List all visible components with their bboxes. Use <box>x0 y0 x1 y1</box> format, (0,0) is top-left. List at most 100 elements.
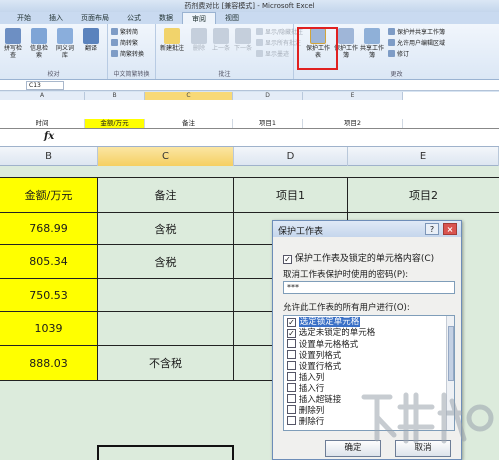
allow-label: 允许此工作表的所有用户进行(O): <box>283 303 410 313</box>
allow-edit-ranges-button[interactable]: 允许用户编辑区域 <box>388 39 445 48</box>
chinese-conversion-group: 繁转简 简转繁 简繁转换 中文简繁转换 <box>108 24 156 79</box>
mini-cell-item2[interactable]: 项目2 <box>303 119 403 128</box>
permission-checkbox[interactable] <box>287 394 296 403</box>
trad-to-simp-button[interactable]: 繁转简 <box>111 28 138 37</box>
protect-share-button[interactable]: 保护并共享工作簿 <box>388 28 445 37</box>
mini-cell-time[interactable]: 时间 <box>0 119 85 128</box>
cell-amount[interactable]: 888.03 <box>0 346 98 381</box>
share-workbook-button[interactable]: 共享工作簿 <box>360 28 384 59</box>
cell-note[interactable]: 含税 <box>98 245 234 279</box>
tab-data[interactable]: 数据 <box>150 12 182 24</box>
spell-check-button[interactable]: 拼写检查 <box>2 28 24 59</box>
research-icon <box>31 28 47 44</box>
cell-note[interactable]: 含税 <box>98 213 234 245</box>
protect-checkbox[interactable]: ✓ <box>283 255 292 264</box>
close-button[interactable]: × <box>443 223 457 235</box>
proofing-group-label: 校对 <box>47 71 60 78</box>
password-input[interactable]: *** <box>283 281 455 294</box>
chinese-conversion-icon <box>111 50 118 57</box>
col-header-c[interactable]: C <box>98 147 234 166</box>
mini-col-c[interactable]: C <box>145 92 233 100</box>
track-changes-button[interactable]: 修订 <box>388 50 409 59</box>
tab-home[interactable]: 开始 <box>8 12 40 24</box>
header-note[interactable]: 备注 <box>98 177 234 213</box>
cell-note[interactable] <box>98 312 234 346</box>
tab-view[interactable]: 视图 <box>216 12 248 24</box>
title-bar: 药剂费对比 [兼容模式] - Microsoft Excel <box>0 0 499 12</box>
permission-checkbox[interactable] <box>287 383 296 392</box>
ribbon-tabs: 开始 插入 页面布局 公式 数据 审阅 视图 <box>0 12 499 24</box>
permission-item[interactable]: 插入列 <box>287 372 445 383</box>
mini-cell-item1[interactable]: 项目1 <box>233 119 303 128</box>
spell-check-icon <box>5 28 21 44</box>
show-ink-button[interactable]: 显示墨迹 <box>256 50 289 59</box>
next-comment-icon <box>235 28 251 44</box>
tab-formulas[interactable]: 公式 <box>118 12 150 24</box>
mini-col-d[interactable]: D <box>233 92 303 100</box>
comments-group-label: 批注 <box>218 71 231 78</box>
protect-option-row[interactable]: ✓ 保护工作表及锁定的单元格内容(C) <box>283 251 434 264</box>
new-comment-button[interactable]: 新建批注 <box>158 28 186 52</box>
prev-comment-icon <box>213 28 229 44</box>
col-header-b[interactable]: B <box>0 147 98 166</box>
permission-item[interactable]: 设置单元格格式 <box>287 339 445 350</box>
chinese-conversion-button[interactable]: 简繁转换 <box>111 50 144 59</box>
col-header-e[interactable]: E <box>348 147 499 166</box>
cell-amount[interactable]: 805.34 <box>0 245 98 279</box>
top-formula-bar: C13 <box>0 80 499 91</box>
permission-item[interactable]: 设置行格式 <box>287 361 445 372</box>
permission-checkbox[interactable] <box>287 361 296 370</box>
cell-note[interactable]: 不含税 <box>98 346 234 381</box>
highlight-box <box>297 27 338 70</box>
header-amount[interactable]: 金额/万元 <box>0 177 98 213</box>
scroll-thumb[interactable] <box>448 326 454 381</box>
translate-icon <box>83 28 99 44</box>
cell-amount[interactable]: 750.53 <box>0 279 98 312</box>
next-comment-button[interactable]: 下一条 <box>232 28 254 52</box>
cell-amount[interactable]: 768.99 <box>0 213 98 245</box>
new-comment-icon <box>164 28 180 44</box>
permission-item[interactable]: 设置列格式 <box>287 350 445 361</box>
tab-review[interactable]: 审阅 <box>182 12 216 24</box>
permission-item[interactable]: ✓ 选定锁定单元格 <box>287 317 445 328</box>
research-button[interactable]: 信息检索 <box>28 28 50 59</box>
share-workbook-icon <box>364 28 380 44</box>
tab-page-layout[interactable]: 页面布局 <box>72 12 118 24</box>
name-box[interactable]: C13 <box>26 81 64 90</box>
formula-bar[interactable]: fx <box>0 128 499 147</box>
mini-col-e[interactable]: E <box>303 92 403 100</box>
translate-button[interactable]: 翻译 <box>80 28 102 52</box>
permission-checkbox[interactable] <box>287 350 296 359</box>
protect-option-label: 保护工作表及锁定的单元格内容(C) <box>294 254 435 264</box>
permission-checkbox[interactable] <box>287 339 296 348</box>
cell-amount[interactable]: 1039 <box>0 312 98 346</box>
delete-comment-button[interactable]: 删除 <box>188 28 210 52</box>
comments-group: 新建批注 删除 上一条 下一条 显示/隐藏批注 显示所有批注 显示墨迹 批注 <box>156 24 303 79</box>
active-cell[interactable] <box>97 445 234 460</box>
dialog-title: 保护工作表 <box>278 227 324 237</box>
mini-cell-amount[interactable]: 金额/万元 <box>85 119 145 128</box>
allow-edit-ranges-icon <box>388 39 395 46</box>
mini-col-a[interactable]: A <box>0 92 85 100</box>
dialog-titlebar: 保护工作表 ? × <box>273 221 461 237</box>
header-item2[interactable]: 项目2 <box>348 177 499 213</box>
permission-checkbox[interactable] <box>287 372 296 381</box>
permission-item[interactable]: ✓ 选定未锁定的单元格 <box>287 328 445 339</box>
col-header-d[interactable]: D <box>234 147 348 166</box>
permission-checkbox[interactable] <box>287 416 296 425</box>
fx-icon[interactable]: fx <box>44 131 54 142</box>
thesaurus-button[interactable]: 同义词库 <box>54 28 76 59</box>
show-ink-icon <box>256 50 263 57</box>
prev-comment-button[interactable]: 上一条 <box>210 28 232 52</box>
tab-insert[interactable]: 插入 <box>40 12 72 24</box>
permission-checkbox[interactable]: ✓ <box>287 318 296 327</box>
simp-to-trad-button[interactable]: 简转繁 <box>111 39 138 48</box>
track-changes-icon <box>388 50 395 57</box>
help-button[interactable]: ? <box>425 223 439 235</box>
cell-note[interactable] <box>98 279 234 312</box>
mini-col-b[interactable]: B <box>85 92 145 100</box>
permission-checkbox[interactable]: ✓ <box>287 329 296 338</box>
mini-cell-note[interactable]: 备注 <box>145 119 233 128</box>
header-item1[interactable]: 项目1 <box>234 177 348 213</box>
permission-checkbox[interactable] <box>287 405 296 414</box>
